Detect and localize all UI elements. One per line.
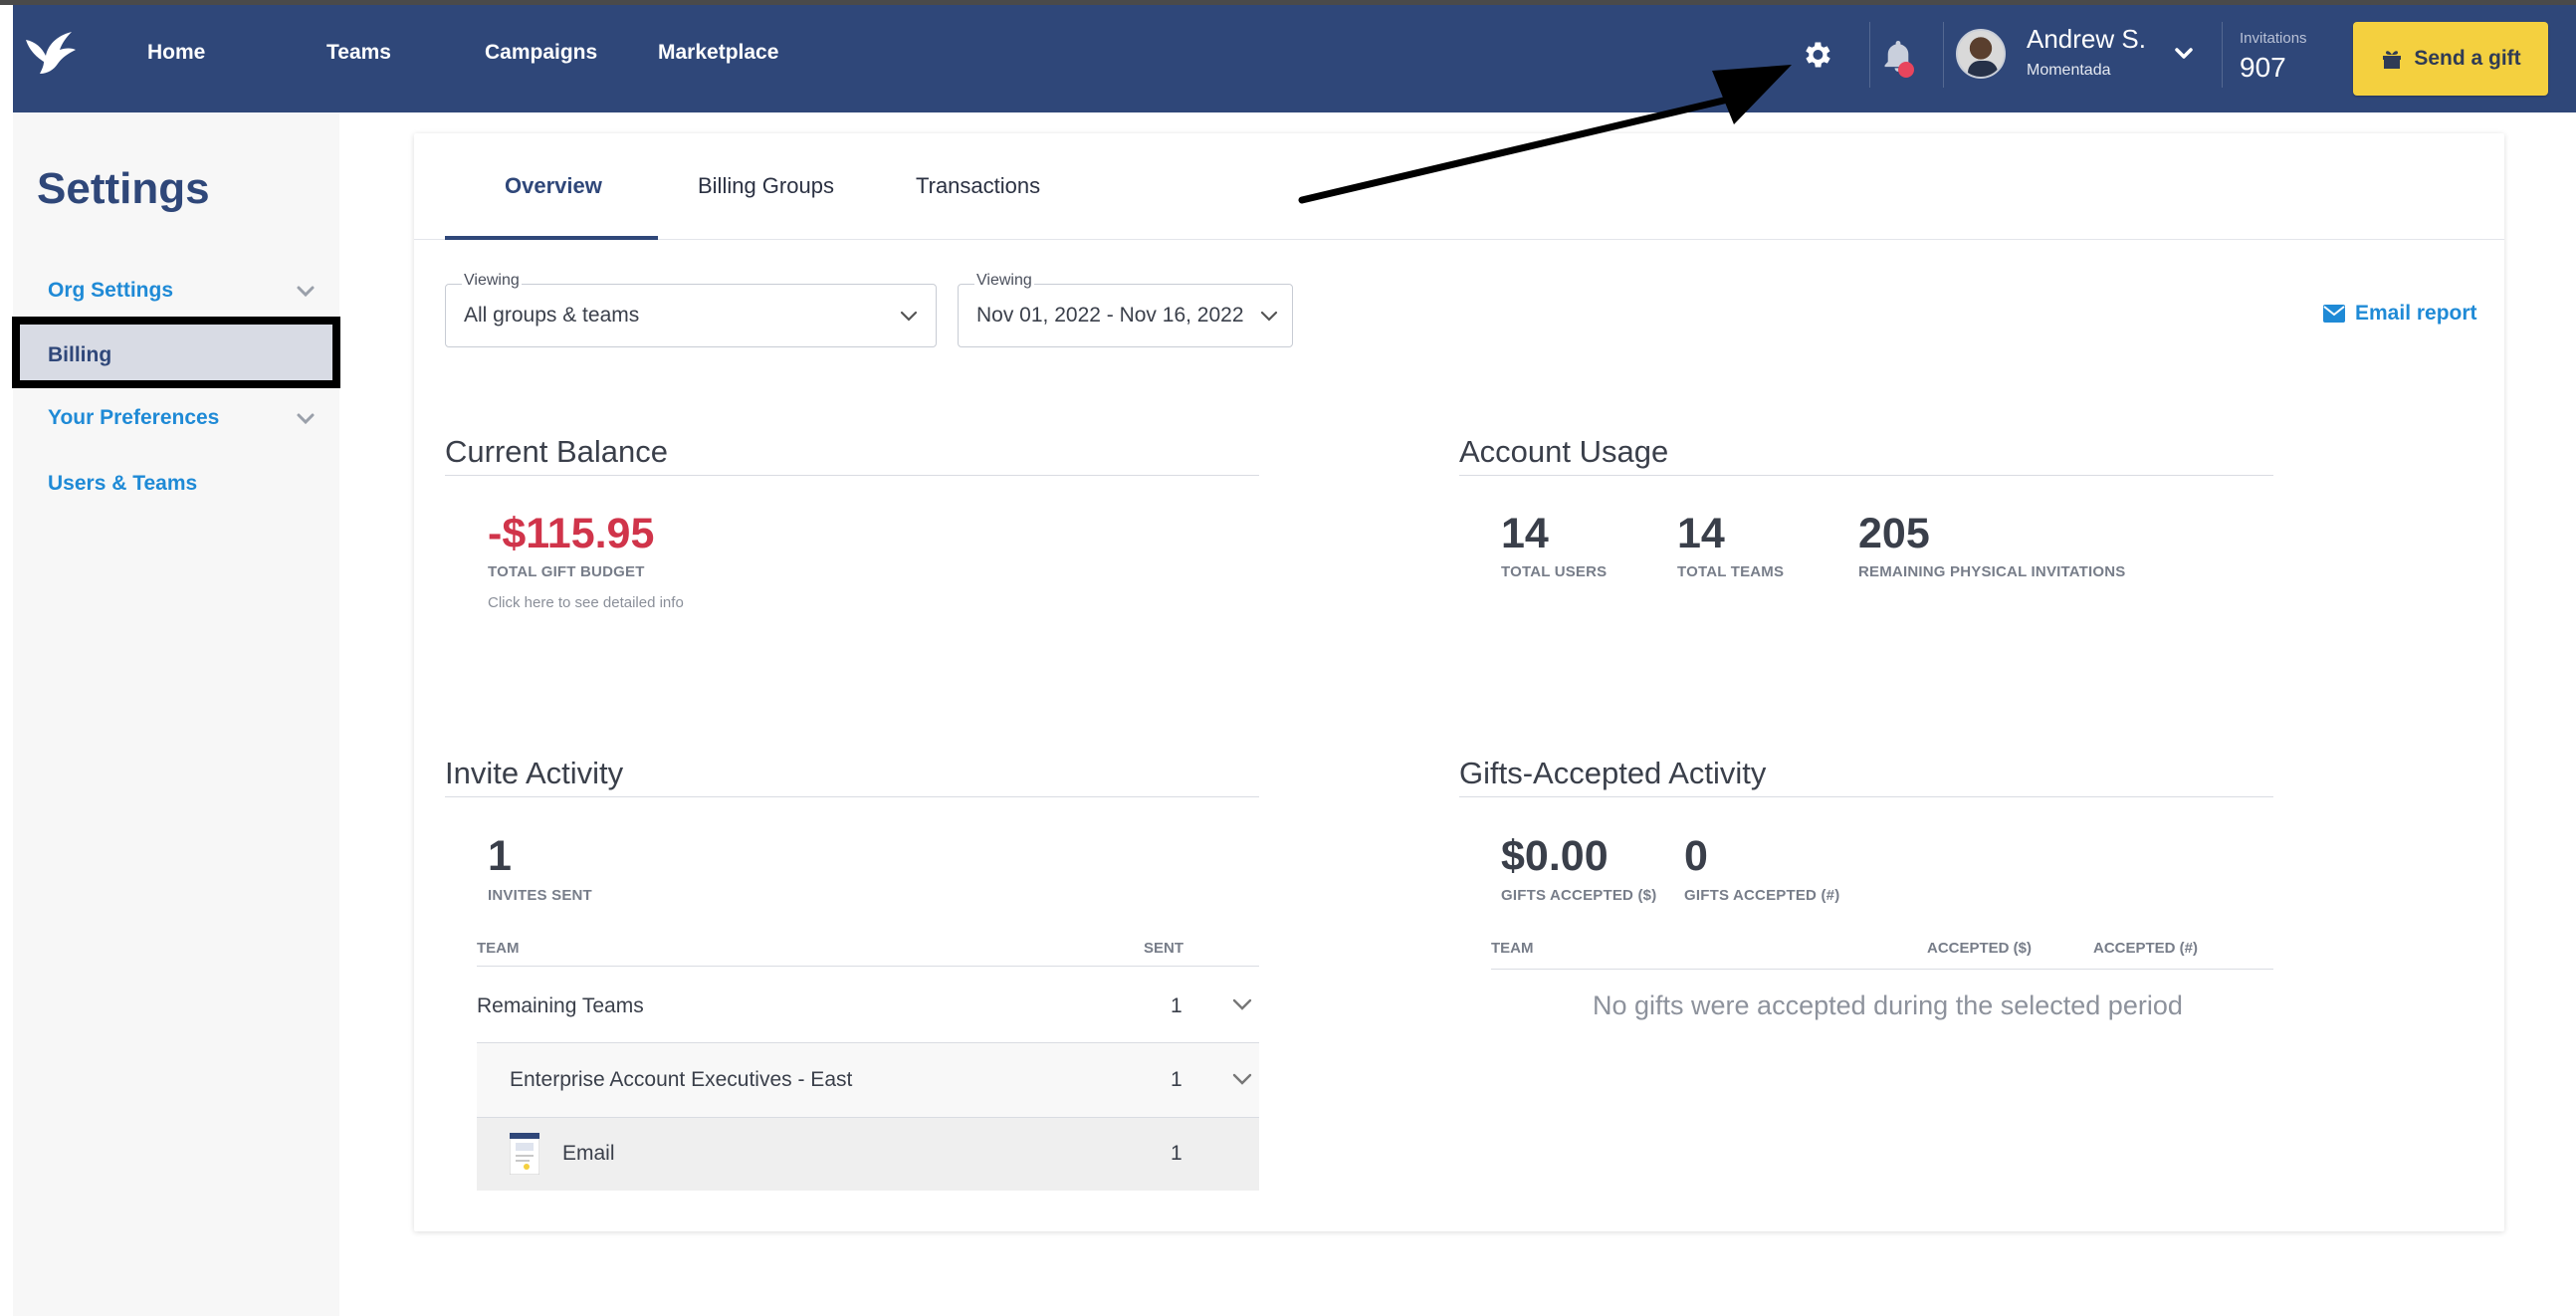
section-divider <box>445 796 1259 797</box>
group-filter-select[interactable]: Viewing All groups & teams <box>445 272 937 347</box>
nav-campaigns-link[interactable]: Campaigns <box>485 41 597 65</box>
chevron-down-icon <box>900 311 918 322</box>
send-gift-label: Send a gift <box>2414 47 2521 70</box>
invites-sent-label: INVITES SENT <box>488 887 592 904</box>
bird-logo-icon[interactable] <box>22 28 78 78</box>
sidebar-item-users-teams[interactable]: Users & Teams <box>48 472 197 496</box>
gifts-accepted-amount-label: GIFTS ACCEPTED ($) <box>1501 887 1657 904</box>
active-tab-indicator <box>445 236 658 240</box>
sidebar-item-org-settings[interactable]: Org Settings <box>48 279 173 303</box>
section-divider <box>1459 796 2273 797</box>
accepted-count-column-header: ACCEPTED (#) <box>2093 940 2199 957</box>
total-teams-label: TOTAL TEAMS <box>1677 563 1785 580</box>
chevron-down-icon[interactable] <box>1231 1072 1253 1086</box>
tab-transactions[interactable]: Transactions <box>916 173 1040 199</box>
invitations-label: Invitations <box>2240 30 2307 47</box>
total-teams-value: 14 <box>1677 510 1725 557</box>
date-range-label: Viewing <box>974 272 1034 290</box>
gifts-accepted-count-label: GIFTS ACCEPTED (#) <box>1684 887 1840 904</box>
team-column-header: TEAM <box>477 940 520 957</box>
total-users-label: TOTAL USERS <box>1501 563 1608 580</box>
sent-column-header: SENT <box>1144 940 1184 957</box>
user-name[interactable]: Andrew S. <box>2027 24 2146 55</box>
team-name: Remaining Teams <box>477 994 644 1017</box>
page-title: Settings <box>37 164 210 213</box>
tab-billing-groups[interactable]: Billing Groups <box>698 173 834 199</box>
chevron-down-icon[interactable] <box>2174 46 2194 62</box>
detailed-info-link[interactable]: Click here to see detailed info <box>488 594 684 611</box>
accepted-amount-column-header: ACCEPTED ($) <box>1927 940 2033 957</box>
chevron-down-icon <box>1260 311 1278 322</box>
notification-badge <box>1898 62 1914 78</box>
user-org: Momentada <box>2027 62 2111 79</box>
nav-divider <box>1869 22 1870 88</box>
sidebar-item-billing-label: Billing <box>48 343 112 366</box>
nav-home-link[interactable]: Home <box>147 41 205 65</box>
tabs-divider <box>414 239 2504 240</box>
team-name: Enterprise Account Executives - East <box>510 1068 853 1091</box>
date-range-value: Nov 01, 2022 - Nov 16, 2022 <box>976 304 1244 327</box>
send-gift-button[interactable]: Send a gift <box>2353 22 2548 96</box>
nav-teams-link[interactable]: Teams <box>326 41 391 65</box>
group-filter-value: All groups & teams <box>464 304 640 327</box>
sent-count: 1 <box>1171 1142 1182 1165</box>
avatar[interactable] <box>1956 29 2006 79</box>
email-thumbnail-icon <box>510 1133 539 1175</box>
remaining-invitations-label: REMAINING PHYSICAL INVITATIONS <box>1858 563 2126 580</box>
invite-activity-title: Invite Activity <box>445 756 624 790</box>
invites-sent-value: 1 <box>488 832 512 880</box>
nav-marketplace-link[interactable]: Marketplace <box>658 41 778 65</box>
gifts-accepted-amount-value: $0.00 <box>1501 832 1609 880</box>
sent-count: 1 <box>1171 994 1182 1017</box>
table-header-divider <box>1491 969 2273 970</box>
total-users-value: 14 <box>1501 510 1549 557</box>
sent-count: 1 <box>1171 1068 1182 1091</box>
current-balance-title: Current Balance <box>445 434 669 469</box>
invitations-count: 907 <box>2240 52 2286 83</box>
nav-divider <box>2222 22 2223 88</box>
total-gift-budget-label: TOTAL GIFT BUDGET <box>488 563 645 580</box>
gifts-accepted-title: Gifts-Accepted Activity <box>1459 756 1767 790</box>
date-range-select[interactable]: Viewing Nov 01, 2022 - Nov 16, 2022 <box>958 272 1293 347</box>
gift-icon <box>2383 51 2402 69</box>
email-report-link[interactable]: Email report <box>2323 302 2477 326</box>
section-divider <box>445 475 1259 476</box>
email-report-label: Email report <box>2355 302 2477 325</box>
nav-divider <box>1943 22 1944 88</box>
envelope-icon <box>2323 305 2345 323</box>
remaining-invitations-value: 205 <box>1858 510 1930 557</box>
chevron-down-icon[interactable] <box>295 411 317 427</box>
empty-state-message: No gifts were accepted during the select… <box>1593 990 2183 1020</box>
total-gift-budget-value: -$115.95 <box>488 510 655 557</box>
chevron-down-icon[interactable] <box>1231 997 1253 1011</box>
section-divider <box>1459 475 2273 476</box>
gear-icon[interactable] <box>1800 38 1833 72</box>
tab-overview[interactable]: Overview <box>505 173 602 199</box>
account-usage-title: Account Usage <box>1459 434 1669 469</box>
chevron-down-icon[interactable] <box>295 284 317 300</box>
sidebar-item-your-preferences[interactable]: Your Preferences <box>48 406 219 430</box>
team-name: Email <box>562 1142 615 1165</box>
team-column-header: TEAM <box>1491 940 1534 957</box>
group-filter-label: Viewing <box>462 272 522 290</box>
gifts-accepted-count-value: 0 <box>1684 832 1708 880</box>
